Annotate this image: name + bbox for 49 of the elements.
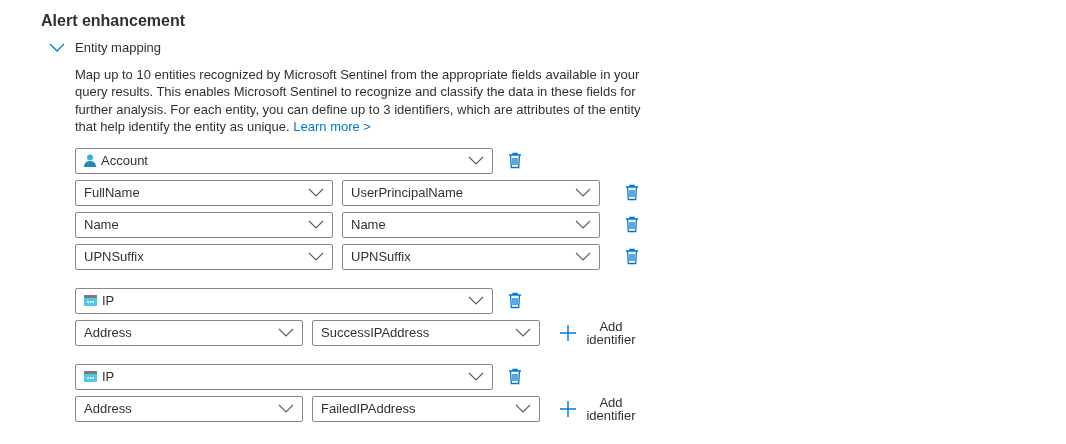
network-icon	[84, 295, 97, 306]
delete-icon	[625, 184, 639, 201]
plus-icon	[559, 399, 577, 418]
chevron-icon	[515, 328, 531, 337]
chevron-icon	[308, 252, 324, 261]
delete-icon	[625, 216, 639, 233]
chevron-icon	[575, 220, 591, 229]
chevron-icon	[575, 252, 591, 261]
dropdown[interactable]: UserPrincipalName	[342, 179, 600, 206]
person-icon	[84, 154, 96, 167]
dropdown[interactable]: IP	[75, 363, 493, 390]
add-identifier-button[interactable]: Add identifier	[559, 319, 637, 346]
chevron-icon	[308, 220, 324, 229]
delete-icon	[625, 248, 639, 265]
dropdown[interactable]: UPNSuffix	[75, 243, 333, 270]
dropdown[interactable]: FullName	[75, 179, 333, 206]
delete-icon	[508, 292, 522, 309]
dropdown[interactable]: Name	[342, 211, 600, 238]
chevron-icon	[278, 404, 294, 413]
dropdown[interactable]: FailedIPAddress	[312, 395, 540, 422]
delete-button[interactable]	[625, 216, 639, 233]
dropdown[interactable]: SuccessIPAddress	[312, 319, 540, 346]
chevron-icon	[468, 156, 484, 165]
delete-button[interactable]	[625, 184, 639, 201]
expander[interactable]: Entity mapping	[49, 38, 161, 58]
dropdown[interactable]: IP	[75, 287, 493, 314]
chevron-icon	[468, 296, 484, 305]
description-text: Map up to 10 entities recognized by Microsoft Sentinel from the appropriate fields available in your query results. This enables Microsoft Sentinel to recognize and classify the data in these fields for further analysis. For each entity, you can define up to 3 identifiers, which are attributes of the entity that help identify the entity as unique. Learn more >	[75, 65, 642, 136]
network-icon	[84, 371, 97, 382]
chevron-icon	[468, 372, 484, 381]
dropdown[interactable]: Address	[75, 395, 303, 422]
chevron-icon	[278, 328, 294, 337]
add-identifier-button[interactable]: Add identifier	[559, 395, 637, 422]
dropdown[interactable]: Account	[75, 147, 493, 174]
dropdown[interactable]: Address	[75, 319, 303, 346]
delete-button[interactable]	[508, 152, 522, 169]
delete-button[interactable]	[508, 368, 522, 385]
delete-button[interactable]	[508, 292, 522, 309]
dropdown[interactable]: Name	[75, 211, 333, 238]
dropdown[interactable]: UPNSuffix	[342, 243, 600, 270]
learn-more-link[interactable]: Learn more >	[293, 119, 371, 134]
delete-icon	[508, 152, 522, 169]
chevron-icon	[515, 404, 531, 413]
delete-button[interactable]	[625, 248, 639, 265]
section-title: Alert enhancement	[41, 11, 187, 31]
delete-icon	[508, 368, 522, 385]
chevron-icon	[308, 188, 324, 197]
chevron-icon	[575, 188, 591, 197]
plus-icon	[559, 323, 577, 342]
